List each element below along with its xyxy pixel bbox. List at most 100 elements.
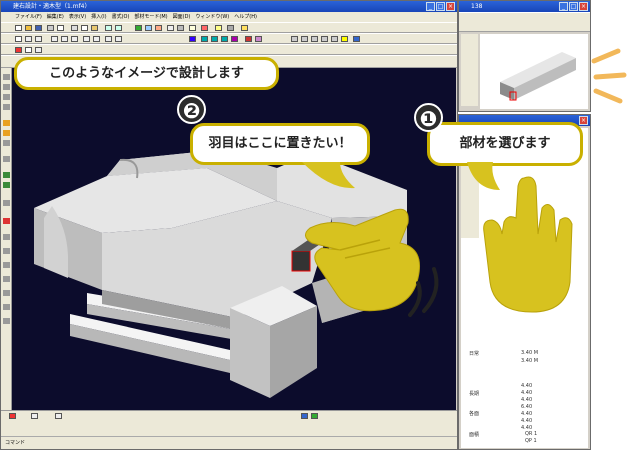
tool-beam-icon[interactable] — [3, 140, 10, 146]
open-folder-icon[interactable] — [25, 25, 32, 31]
confirm-icon[interactable] — [311, 413, 318, 419]
tool-rail-icon[interactable] — [3, 172, 10, 178]
tool-num1-icon[interactable] — [3, 234, 10, 240]
tool-green-icon[interactable] — [3, 182, 10, 188]
yellow-flag-icon[interactable] — [341, 36, 348, 42]
menu-edit[interactable]: 編集(E) — [47, 12, 64, 22]
motion-lines-icon — [408, 267, 439, 317]
tool-num7-icon[interactable] — [3, 318, 10, 324]
measure-icon[interactable] — [189, 25, 196, 31]
color-mix-icon[interactable] — [255, 36, 262, 42]
preview-category-list[interactable] — [461, 34, 478, 106]
menu-file[interactable]: ファイル(F) — [15, 12, 42, 22]
settings-icon[interactable] — [227, 25, 234, 31]
color-red-icon[interactable] — [245, 36, 252, 42]
tool-select-icon[interactable] — [3, 74, 10, 80]
main-window-title: 建右設計・適木型（1.mf4） — [13, 3, 91, 10]
maximize-button[interactable]: □ — [436, 2, 445, 11]
tool-floor-icon[interactable] — [3, 120, 10, 126]
red-arrow-icon[interactable] — [15, 47, 22, 53]
view-side-icon[interactable] — [211, 36, 218, 42]
blue-box-icon[interactable] — [353, 36, 360, 42]
cut-icon[interactable] — [71, 25, 78, 31]
menu-help[interactable]: ヘルプ(H) — [234, 12, 257, 22]
view-front-icon[interactable] — [201, 36, 208, 42]
plane-icon[interactable] — [301, 413, 308, 419]
prop-label-area: 面積 — [469, 432, 480, 438]
tool-num6-icon[interactable] — [3, 304, 10, 310]
wall-tool-icon[interactable] — [51, 36, 58, 42]
texture-icon[interactable] — [301, 36, 308, 42]
preview-title-bar: 138 _ □ × — [459, 1, 590, 12]
rotate-icon[interactable] — [135, 25, 142, 31]
coord-icon[interactable] — [31, 413, 38, 419]
tool-panel-icon[interactable] — [3, 130, 10, 136]
prop-value-3: 4.40 — [521, 383, 533, 389]
prop-value-11: QP 1 — [525, 438, 537, 444]
emphasis-lines-icon — [591, 48, 627, 104]
menu-format[interactable]: 書式(O) — [112, 12, 130, 22]
hatch-icon[interactable] — [291, 36, 298, 42]
tool-wall-icon[interactable] — [3, 104, 10, 110]
window-tool-icon[interactable] — [71, 36, 78, 42]
snap-bottom-icon[interactable] — [9, 413, 16, 419]
close-button[interactable]: × — [446, 2, 455, 11]
new-file-icon[interactable] — [15, 25, 22, 31]
snap-icon[interactable] — [321, 36, 328, 42]
beam-tool-icon[interactable] — [105, 36, 112, 42]
preview-icon[interactable] — [57, 25, 64, 31]
redo-icon[interactable] — [115, 25, 122, 31]
shade-icon[interactable] — [311, 36, 318, 42]
stair-tool-icon[interactable] — [83, 36, 90, 42]
tool-red-icon[interactable] — [3, 218, 10, 224]
paste-icon[interactable] — [91, 25, 98, 31]
menu-drawing[interactable]: 図面(D) — [173, 12, 191, 22]
select-arrow-icon[interactable] — [15, 36, 22, 42]
tool-step-icon[interactable] — [3, 156, 10, 162]
menu-insert[interactable]: 挿入(I) — [91, 12, 106, 22]
property-close-button[interactable]: × — [579, 116, 588, 125]
tool-num4-icon[interactable] — [3, 276, 10, 282]
layer-icon[interactable] — [177, 25, 184, 31]
tool-dim-icon[interactable] — [3, 200, 10, 206]
coordinate-input-bar[interactable] — [1, 410, 457, 436]
preview-minimize-button[interactable]: _ — [559, 2, 568, 11]
save-icon[interactable] — [35, 25, 42, 31]
preview-maximize-button[interactable]: □ — [569, 2, 578, 11]
line-tool-icon[interactable] — [25, 36, 32, 42]
pointing-hand-icon — [483, 176, 573, 313]
roof-tool-icon[interactable] — [115, 36, 122, 42]
menu-view[interactable]: 表示(V) — [69, 12, 86, 22]
pan-icon[interactable] — [155, 25, 162, 31]
grid-icon[interactable] — [167, 25, 174, 31]
axis-icon[interactable] — [55, 413, 62, 419]
move-icon[interactable] — [35, 47, 42, 53]
prop-label-daily: 日常 — [469, 351, 480, 357]
preview-close-button[interactable]: × — [579, 2, 588, 11]
tool-num3-icon[interactable] — [3, 262, 10, 268]
callout-design-image-text: このようなイメージで設計します — [49, 66, 244, 81]
view-iso-icon[interactable] — [231, 36, 238, 42]
help-icon[interactable] — [215, 25, 222, 31]
tool-num5-icon[interactable] — [3, 290, 10, 296]
ortho-icon[interactable] — [331, 36, 338, 42]
material-preview-pane — [480, 34, 588, 109]
light-icon[interactable] — [241, 25, 248, 31]
tool-num2-icon[interactable] — [3, 248, 10, 254]
tool-arc-icon[interactable] — [3, 94, 10, 100]
cursor-icon[interactable] — [25, 47, 32, 53]
menu-window[interactable]: ウィンドウ(W) — [195, 12, 229, 22]
render-icon[interactable] — [201, 25, 208, 31]
tool-line-icon[interactable] — [3, 84, 10, 90]
minimize-button[interactable]: _ — [426, 2, 435, 11]
undo-icon[interactable] — [105, 25, 112, 31]
column-tool-icon[interactable] — [93, 36, 100, 42]
rect-tool-icon[interactable] — [35, 36, 42, 42]
blue-view-icon[interactable] — [189, 36, 196, 42]
print-icon[interactable] — [47, 25, 54, 31]
menu-member-mode[interactable]: 部材モード(M) — [134, 12, 167, 22]
view-top-icon[interactable] — [221, 36, 228, 42]
copy-icon[interactable] — [81, 25, 88, 31]
door-tool-icon[interactable] — [61, 36, 68, 42]
zoom-icon[interactable] — [145, 25, 152, 31]
